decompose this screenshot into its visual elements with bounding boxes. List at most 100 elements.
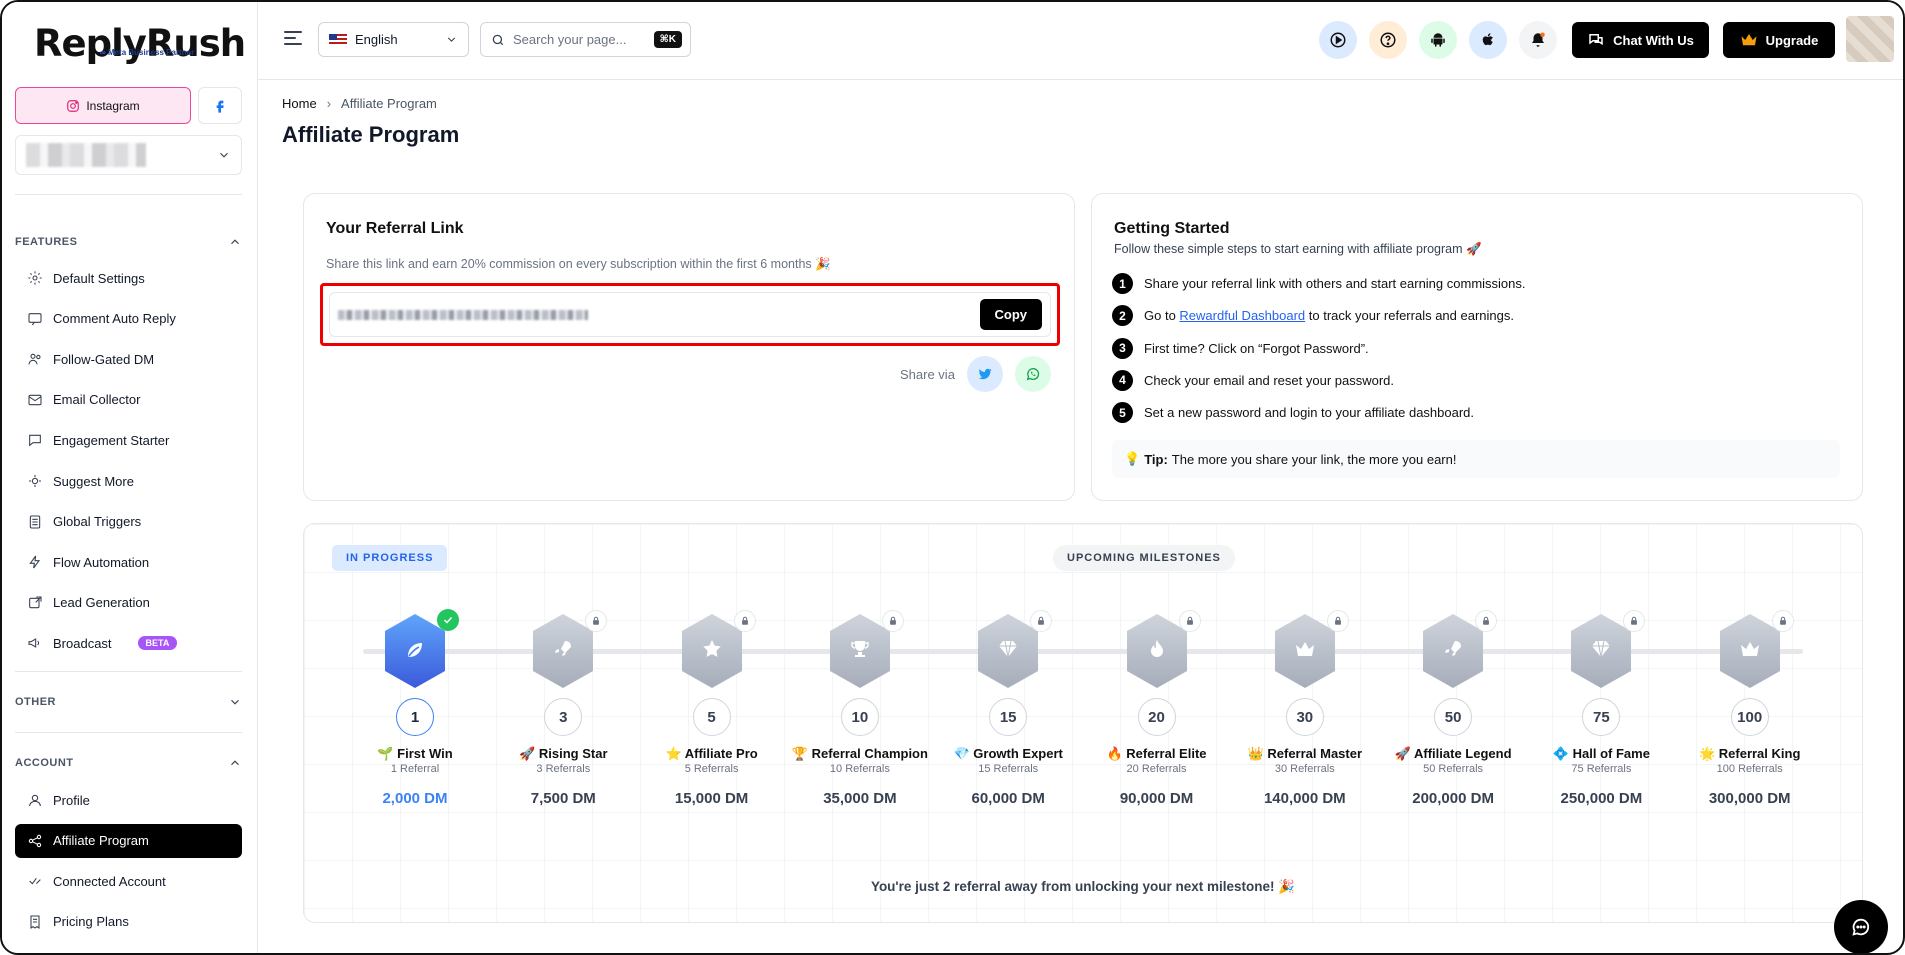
milestone-reward: 35,000 DM bbox=[823, 790, 897, 807]
milestone-badge bbox=[1271, 610, 1349, 690]
share-whatsapp-button[interactable] bbox=[1014, 356, 1051, 392]
milestone-count: 50 bbox=[1434, 698, 1473, 736]
gear-icon bbox=[28, 271, 42, 285]
sidebar-item-engagement-starter[interactable]: Engagement Starter bbox=[15, 423, 242, 457]
step-number: 4 bbox=[1112, 369, 1133, 391]
sidebar-item-default-settings[interactable]: Default Settings bbox=[15, 261, 242, 295]
android-app-button[interactable] bbox=[1419, 21, 1457, 59]
logo-text: ReplyRush bbox=[34, 22, 246, 65]
milestone-reward: 2,000 DM bbox=[382, 790, 448, 807]
getting-started-step: 1 Share your referral link with others an… bbox=[1112, 273, 1526, 294]
features-section-toggle[interactable]: FEATURES bbox=[15, 235, 242, 249]
crown-icon bbox=[1741, 34, 1757, 46]
other-section-toggle[interactable]: OTHER bbox=[15, 695, 242, 709]
milestone-title-text: Rising Star bbox=[538, 746, 608, 761]
twitter-icon bbox=[978, 368, 992, 380]
milestone-emoji: 👑 bbox=[1247, 746, 1264, 761]
sidebar-item-connected-account[interactable]: Connected Account bbox=[15, 864, 242, 898]
breadcrumb-separator: › bbox=[326, 96, 332, 111]
trophy-icon bbox=[851, 641, 869, 657]
sidebar-item-flow-automation[interactable]: Flow Automation bbox=[15, 545, 242, 579]
language-select[interactable]: English bbox=[318, 22, 469, 57]
milestone-emoji: 💎 bbox=[953, 746, 970, 761]
getting-started-title: Getting Started bbox=[1114, 220, 1230, 237]
facebook-button[interactable] bbox=[198, 87, 242, 124]
account-selector[interactable] bbox=[15, 135, 242, 175]
milestone-requirement: 30 Referrals bbox=[1274, 763, 1335, 775]
tip-label: Tip: bbox=[1144, 451, 1168, 467]
meta-icon: ∞ bbox=[100, 48, 106, 57]
notifications-button[interactable] bbox=[1519, 21, 1557, 59]
support-chat-button[interactable] bbox=[1834, 900, 1888, 953]
sidebar-item-label: Email Collector bbox=[53, 392, 141, 408]
milestone-reward: 15,000 DM bbox=[674, 790, 749, 807]
account-section-toggle[interactable]: ACCOUNT bbox=[15, 756, 242, 770]
milestone-reward: 60,000 DM bbox=[971, 790, 1045, 807]
video-tutorial-button[interactable] bbox=[1319, 21, 1357, 59]
sidebar-item-email-collector[interactable]: Email Collector bbox=[15, 383, 242, 417]
sidebar-item-label: Connected Account bbox=[53, 873, 166, 889]
milestone-title-text: Referral King bbox=[1718, 746, 1801, 761]
sidebar-item-comment-auto-reply[interactable]: Comment Auto Reply bbox=[15, 302, 242, 336]
sparkle-gear-icon bbox=[29, 475, 41, 487]
milestone-item: 50 🚀 Affiliate Legend 50 Referrals 200,000 … bbox=[1379, 610, 1527, 807]
milestone-item: 75 💠 Hall of Fame 75 Referrals 250,000 DM bbox=[1527, 610, 1675, 807]
milestone-reward: 140,000 DM bbox=[1263, 790, 1346, 807]
referral-link-field[interactable]: Copy bbox=[329, 292, 1051, 337]
copy-link-button[interactable]: Copy bbox=[979, 299, 1042, 330]
instagram-label: Instagram bbox=[86, 98, 140, 113]
milestone-footer-note: You're just 2 referral away from unlocki… bbox=[870, 879, 1296, 894]
diamond-icon bbox=[1592, 640, 1611, 658]
milestone-count: 30 bbox=[1285, 698, 1324, 736]
getting-started-step: 2 Go to Rewardful Dashboard to track your… bbox=[1112, 305, 1514, 327]
milestone-emoji: 🌱 bbox=[377, 746, 394, 761]
sidebar: ReplyRush ∞ Meta Business Partner Instag… bbox=[2, 2, 258, 953]
help-button[interactable] bbox=[1369, 21, 1407, 59]
menu-toggle-icon[interactable] bbox=[284, 31, 302, 47]
sidebar-item-profile[interactable]: Profile bbox=[15, 783, 242, 817]
milestone-badge bbox=[1716, 610, 1794, 690]
milestone-item: 5 ⭐ Affiliate Pro 5 Referrals 15,000 DM bbox=[638, 610, 786, 807]
sidebar-item-broadcast[interactable]: Broadcast BETA bbox=[15, 626, 242, 660]
sidebar-item-suggest-more[interactable]: Suggest More bbox=[15, 464, 242, 498]
milestone-requirement: 15 Referrals bbox=[978, 763, 1039, 775]
milestone-title-text: Affiliate Pro bbox=[684, 746, 758, 761]
sidebar-item-label: Flow Automation bbox=[53, 554, 150, 570]
lock-icon bbox=[1326, 610, 1349, 632]
leaf-icon bbox=[408, 643, 422, 657]
bell-icon bbox=[1532, 32, 1545, 47]
user-avatar[interactable] bbox=[1846, 16, 1894, 62]
breadcrumb-home[interactable]: Home bbox=[282, 96, 317, 111]
share-twitter-button[interactable] bbox=[966, 356, 1003, 392]
milestone-title-text: Referral Master bbox=[1267, 746, 1363, 761]
sidebar-item-lead-generation[interactable]: Lead Generation bbox=[15, 586, 242, 620]
search-input[interactable]: Search your page... ⌘K bbox=[480, 22, 691, 57]
milestone-item: 100 🌟 Referral King 100 Referrals 300,000 D… bbox=[1676, 610, 1824, 807]
star-icon bbox=[702, 640, 721, 657]
sidebar-item-global-triggers[interactable]: Global Triggers bbox=[15, 505, 242, 539]
instagram-button[interactable]: Instagram bbox=[15, 87, 191, 124]
sidebar-item-follow-gated-dm[interactable]: Follow-Gated DM bbox=[15, 342, 242, 376]
milestone-count: 5 bbox=[692, 698, 731, 736]
account-avatar-blurred bbox=[26, 143, 146, 167]
lock-icon bbox=[1771, 610, 1794, 632]
facebook-icon bbox=[216, 100, 224, 113]
referral-link-value-blurred bbox=[338, 309, 588, 320]
sidebar-item-label: Profile bbox=[53, 792, 90, 808]
milestone-badge bbox=[1567, 610, 1646, 690]
message-icon bbox=[29, 435, 41, 447]
sidebar-item-affiliate-program[interactable]: Affiliate Program bbox=[15, 823, 242, 858]
milestone-title: 🌟 Referral King bbox=[1676, 747, 1824, 761]
chat-with-us-button[interactable]: Chat With Us bbox=[1572, 22, 1709, 58]
milestone-requirement: 50 Referrals bbox=[1423, 763, 1484, 775]
in-progress-badge: IN PROGRESS bbox=[332, 545, 448, 571]
rocket-icon bbox=[1445, 641, 1462, 656]
rewardful-dashboard-link[interactable]: Rewardful Dashboard bbox=[1179, 308, 1305, 323]
sidebar-item-pricing-plans[interactable]: Pricing Plans bbox=[15, 905, 242, 939]
upgrade-button[interactable]: Upgrade bbox=[1723, 22, 1835, 58]
crown-icon bbox=[1740, 642, 1759, 656]
lock-icon bbox=[1475, 610, 1498, 632]
step-text: First time? Click on “Forgot Password”. bbox=[1144, 340, 1369, 356]
milestone-badge bbox=[381, 609, 459, 690]
ios-app-button[interactable] bbox=[1469, 21, 1507, 59]
